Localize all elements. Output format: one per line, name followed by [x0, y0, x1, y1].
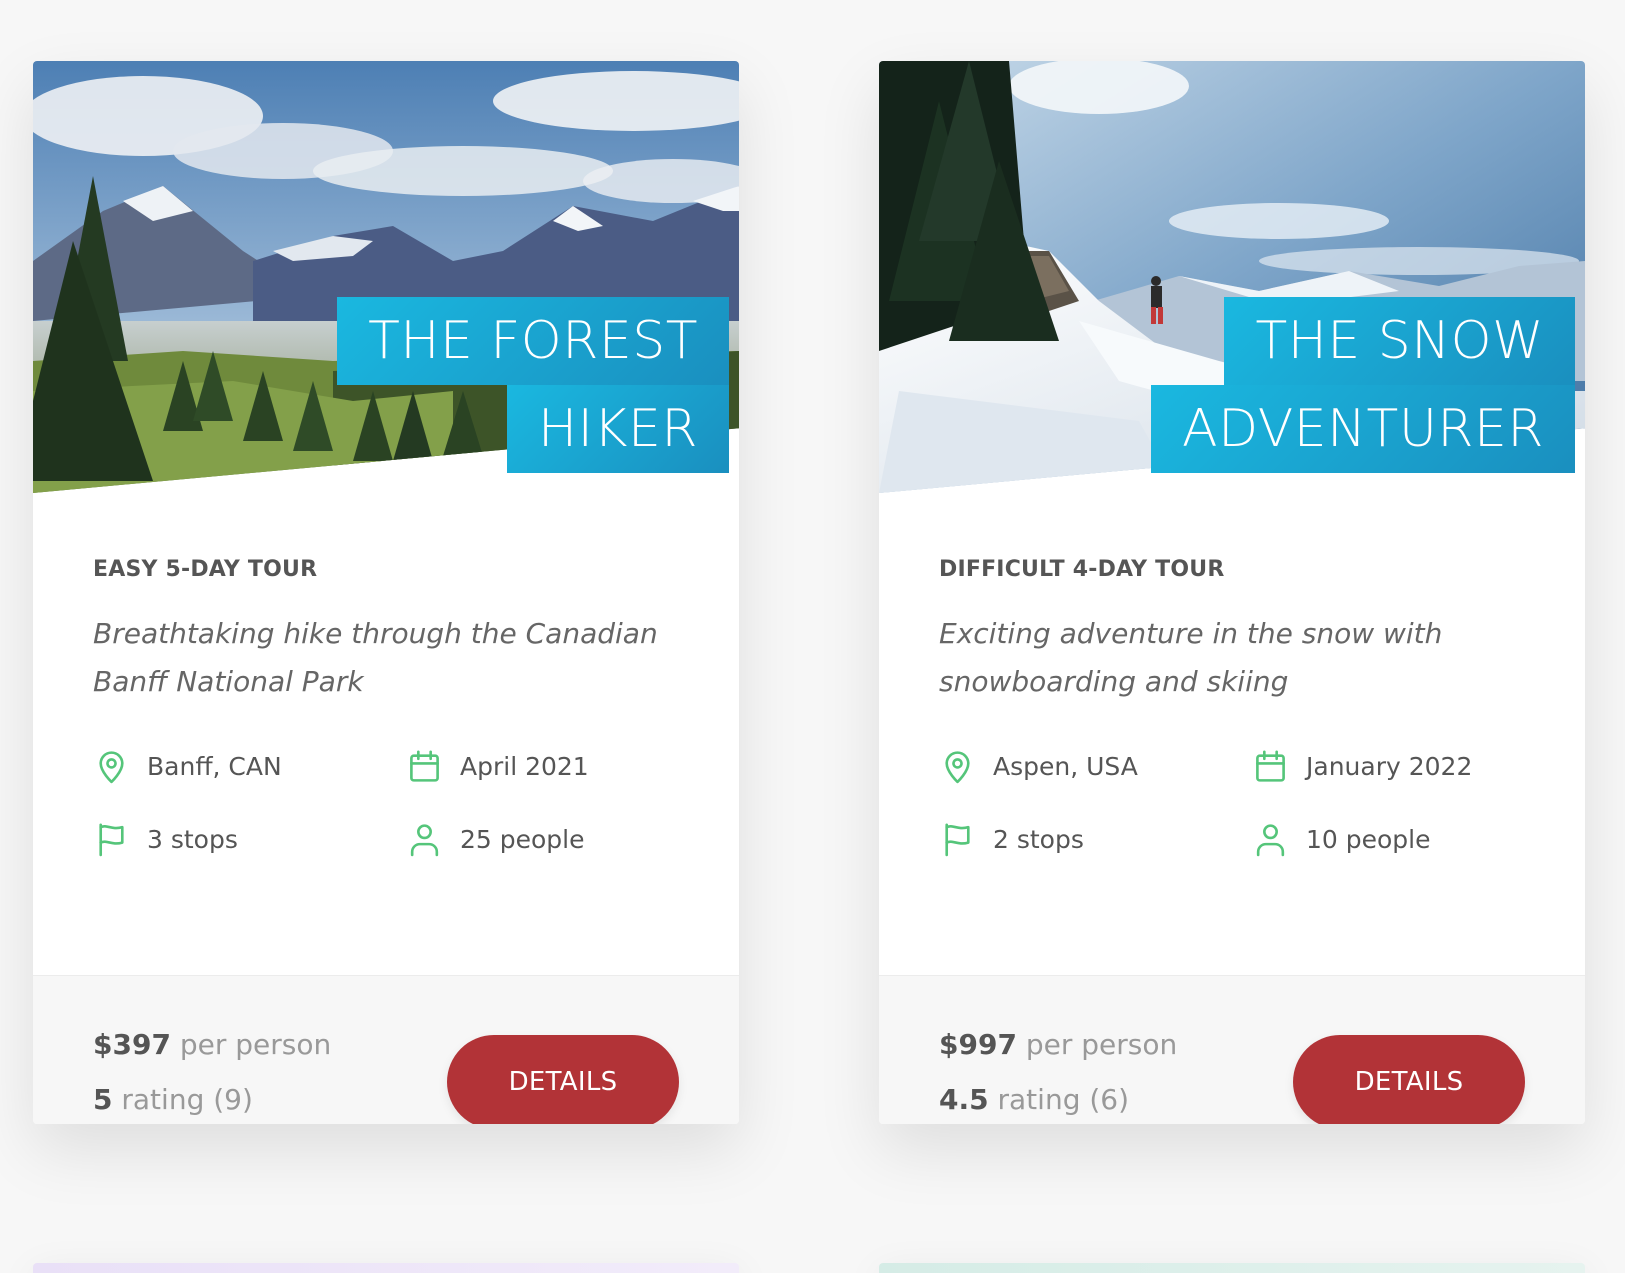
user-icon: [1256, 824, 1285, 857]
tour-heading-line-1: THE FOREST: [337, 297, 729, 385]
card-footer: $397 per person 5 rating (9) DETAILS: [33, 975, 739, 1124]
details-button[interactable]: DETAILS: [1293, 1035, 1525, 1124]
tour-heading: THE FOREST HIKER: [49, 297, 729, 473]
tour-card-grid: THE FOREST HIKER EASY 5-DAY TOUR Breatht…: [0, 0, 1625, 1273]
tour-stops-text: 3 stops: [147, 825, 238, 854]
tour-location-text: Aspen, USA: [993, 752, 1138, 781]
tour-rating-text: rating (9): [121, 1083, 253, 1116]
tour-price-text: per person: [179, 1028, 332, 1061]
tour-summary: Exciting adventure in the snow with snow…: [939, 617, 1443, 698]
tour-heading-line-1: THE SNOW: [1224, 297, 1575, 385]
tour-stops: 3 stops: [93, 821, 406, 858]
card-header: THE SNOW ADVENTURER: [879, 61, 1585, 493]
flag-icon: [945, 823, 970, 857]
card-details: EASY 5-DAY TOUR Breathtaking hike throug…: [33, 493, 739, 975]
tour-summary: Breathtaking hike through the Canadian B…: [93, 617, 658, 698]
tour-rating-value: 4.5: [939, 1083, 989, 1116]
tour-date-text: April 2021: [460, 752, 589, 781]
card-header: THE FOREST HIKER: [33, 61, 739, 493]
tour-card-next-row-right[interactable]: [879, 1263, 1585, 1273]
map-pin-icon: [99, 751, 124, 784]
tour-location-text: Banff, CAN: [147, 752, 282, 781]
tour-card-snow-adventurer: THE SNOW ADVENTURER DIFFICULT 4-DAY TOUR…: [879, 61, 1585, 1124]
tour-price-value: $397: [93, 1028, 171, 1061]
tour-group-size-text: 10 people: [1306, 825, 1431, 854]
calendar-icon: [1256, 750, 1285, 782]
tour-facts: Aspen, USA January 2022 2 stops 10 peopl…: [939, 748, 1525, 858]
tour-rating-text: rating (6): [997, 1083, 1130, 1116]
tour-card-forest-hiker: THE FOREST HIKER EASY 5-DAY TOUR Breatht…: [33, 61, 739, 1124]
user-icon: [410, 824, 439, 857]
calendar-icon: [410, 750, 439, 782]
tour-date-text: January 2022: [1306, 752, 1473, 781]
map-pin-icon: [945, 751, 970, 784]
flag-icon: [99, 823, 124, 857]
tour-sub-heading: EASY 5-DAY TOUR: [93, 557, 318, 582]
tour-heading: THE SNOW ADVENTURER: [895, 297, 1575, 473]
tour-sub-heading: DIFFICULT 4-DAY TOUR: [939, 557, 1225, 582]
details-button[interactable]: DETAILS: [447, 1035, 679, 1124]
tour-group-size-text: 25 people: [460, 825, 585, 854]
tour-stops-text: 2 stops: [993, 825, 1084, 854]
tour-price-text: per person: [1025, 1028, 1178, 1061]
tour-price-value: $997: [939, 1028, 1017, 1061]
tour-date: January 2022: [1252, 748, 1525, 785]
tour-date: April 2021: [406, 748, 679, 785]
tour-facts: Banff, CAN April 2021 3 stops 25 people: [93, 748, 679, 858]
tour-stops: 2 stops: [939, 821, 1252, 858]
card-details: DIFFICULT 4-DAY TOUR Exciting adventure …: [879, 493, 1585, 975]
tour-heading-line-2: HIKER: [506, 385, 729, 473]
tour-rating-value: 5: [93, 1083, 113, 1116]
tour-group-size: 10 people: [1252, 821, 1525, 858]
tour-location: Banff, CAN: [93, 748, 406, 785]
tour-card-next-row-left[interactable]: [33, 1263, 739, 1273]
card-footer: $997 per person 4.5 rating (6) DETAILS: [879, 975, 1585, 1124]
tour-location: Aspen, USA: [939, 748, 1252, 785]
tour-heading-line-2: ADVENTURER: [1151, 385, 1575, 473]
tour-group-size: 25 people: [406, 821, 679, 858]
